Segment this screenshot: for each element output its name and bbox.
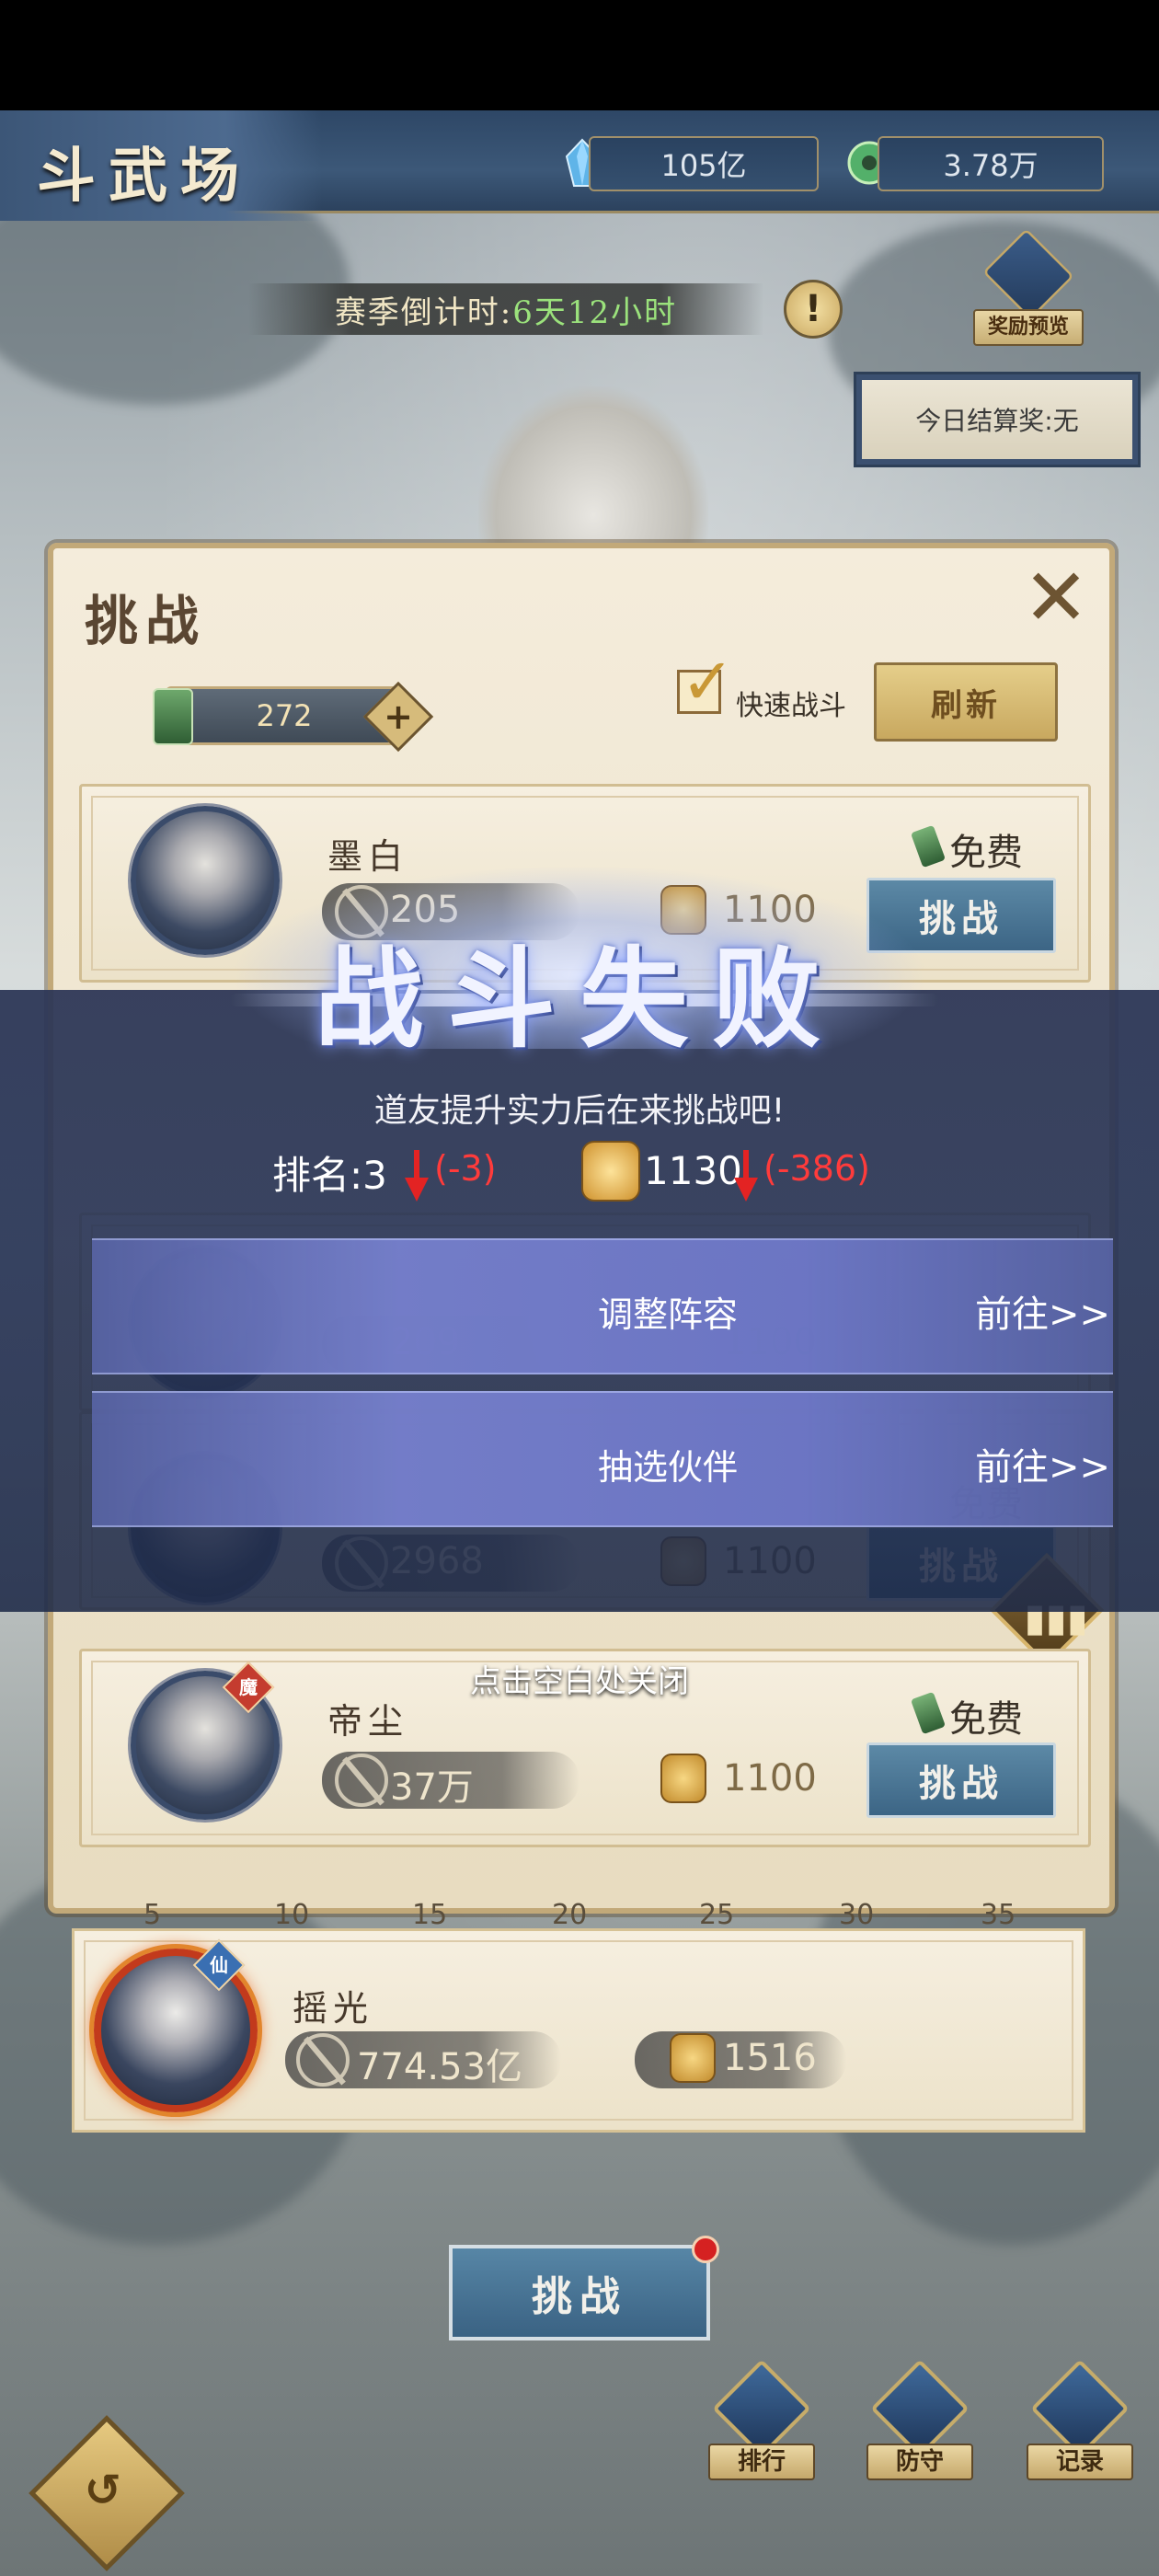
- reward-preview-button[interactable]: 奖励预览: [973, 228, 1084, 348]
- score-pouch-icon: [670, 2033, 716, 2083]
- currency-jade: 3.78万: [878, 136, 1104, 191]
- score-pouch-icon: [660, 1754, 706, 1803]
- progress-tick: 5: [143, 1899, 162, 1931]
- score-down-arrow-icon: [732, 1150, 760, 1203]
- rank-label: 排名:: [272, 1153, 363, 1198]
- nav-label: 排行: [708, 2444, 815, 2480]
- option-adjust-lineup[interactable]: 调整阵容 前往>>: [92, 1238, 1113, 1374]
- season-info-button[interactable]: !: [784, 280, 843, 339]
- progress-tick: 15: [412, 1899, 448, 1931]
- combat-power-icon: [335, 1754, 388, 1807]
- opponent-power: 37万: [390, 1766, 474, 1809]
- return-icon: ↺: [84, 2465, 121, 2517]
- self-power: 774.53亿: [357, 2046, 522, 2088]
- progress-tick: 10: [274, 1899, 310, 1931]
- treasure-chest-icon: [982, 228, 1074, 320]
- defeat-title: 战斗失败: [314, 935, 844, 1063]
- close-panel-button[interactable]: ✕: [1019, 558, 1093, 638]
- panel-title: 挑战: [85, 590, 207, 652]
- nav-record[interactable]: 记录: [1027, 2359, 1133, 2484]
- main-challenge-button[interactable]: 挑战: [449, 2245, 710, 2340]
- progress-tick: 25: [699, 1899, 735, 1931]
- progress-tick: 30: [839, 1899, 875, 1931]
- reward-preview-label: 奖励预览: [973, 309, 1084, 346]
- challenge-button[interactable]: 挑战: [866, 1742, 1056, 1818]
- quick-battle-label: 快速战斗: [736, 690, 846, 722]
- close-hint: 点击空白处关闭: [470, 1663, 689, 1700]
- season-timer: 赛季倒计时: 6天12小时: [248, 283, 763, 335]
- rank-change: (-3): [434, 1148, 497, 1189]
- self-name: 摇光: [293, 1988, 374, 2029]
- combat-power-icon: [296, 2033, 350, 2087]
- progress-tick: 35: [981, 1899, 1016, 1931]
- self-score: 1516: [723, 2037, 817, 2079]
- rank-result: 排名:3: [272, 1144, 387, 1200]
- currency-spirit: 105亿: [589, 136, 819, 191]
- ticket-icon: [153, 688, 193, 745]
- score-value: 1130: [644, 1148, 742, 1193]
- challenge-cost: 免费: [949, 832, 1023, 874]
- refresh-button[interactable]: 刷新: [874, 662, 1058, 742]
- page-title: 斗武场: [37, 142, 252, 211]
- option-label: 调整阵容: [598, 1294, 739, 1335]
- nav-ranking[interactable]: 排行: [708, 2359, 815, 2484]
- opponent-score: 1100: [723, 1757, 817, 1800]
- score-pouch-icon: [581, 1141, 640, 1202]
- score-change: (-386): [763, 1148, 870, 1189]
- rank-down-arrow-icon: [403, 1150, 430, 1203]
- progress-tick: 20: [552, 1899, 588, 1931]
- season-timer-value: 6天12小时: [512, 293, 678, 331]
- option-draw-partner[interactable]: 抽选伙伴 前往>>: [92, 1391, 1113, 1527]
- plus-icon: +: [384, 696, 413, 737]
- option-go-link[interactable]: 前往>>: [975, 1437, 1110, 1490]
- option-go-link[interactable]: 前往>>: [975, 1284, 1110, 1338]
- notification-dot: [692, 2236, 719, 2263]
- defeat-message: 道友提升实力后在来挑战吧!: [373, 1092, 786, 1130]
- rank-value: 3: [362, 1153, 387, 1198]
- checkmark-icon: ✓: [681, 644, 735, 719]
- daily-settle-reward: 今日结算奖:无: [854, 372, 1141, 467]
- nav-label: 防守: [866, 2444, 973, 2480]
- nav-defense[interactable]: 防守: [866, 2359, 973, 2484]
- option-label: 抽选伙伴: [598, 1447, 739, 1488]
- nav-label: 记录: [1027, 2444, 1133, 2480]
- season-timer-label: 赛季倒计时:: [334, 293, 513, 331]
